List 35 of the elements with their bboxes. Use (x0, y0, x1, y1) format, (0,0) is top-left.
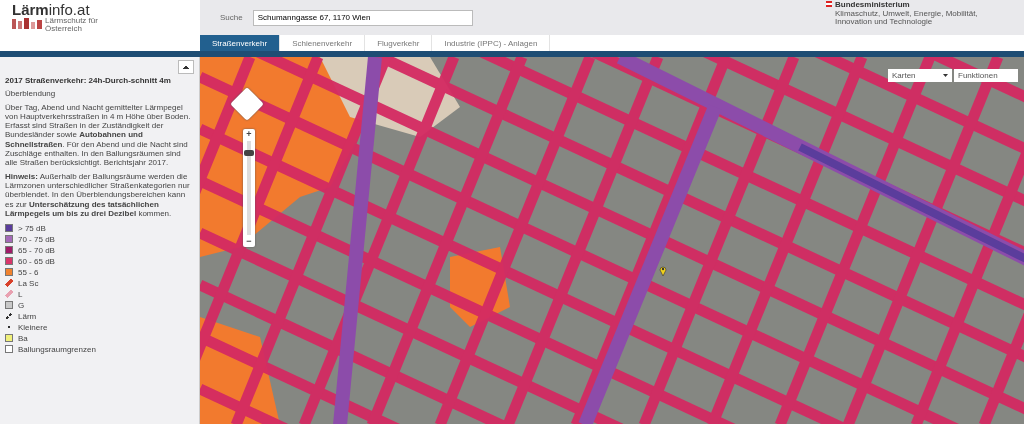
legend-label: La Sc (18, 278, 39, 288)
zoom-slider[interactable] (247, 141, 251, 235)
caret-icon (943, 74, 948, 77)
zoom-out-button[interactable]: − (246, 236, 252, 247)
legend-label: L (18, 289, 23, 299)
noise-map-drawing[interactable] (200, 57, 1024, 424)
zoom-in-button[interactable]: + (246, 129, 252, 140)
description-paragraph: Hinweis: Außerhalb der Ballungsräume werden die Lärmzonen unterschiedlicher Straßenkategorien nur überblendet. In den Überblendungsbereichen kann es zur Unterschätzung des tatsächlichen Lärmpegels um bis zu drei Dezibel kommen. (5, 171, 191, 219)
layer-title: 2017 Straßenverkehr: 24h-Durch-schnitt 4m (5, 76, 172, 86)
dropdown[interactable]: Karten (888, 69, 952, 82)
layer-subtitle: Überblendung (5, 89, 57, 99)
map-pin-icon (659, 265, 667, 276)
site-logo-title[interactable]: Lärminfo.at (12, 2, 200, 17)
tab[interactable]: Straßenverkehr (200, 35, 281, 51)
bars-logo-icon (12, 17, 42, 29)
legend-label: G (18, 300, 25, 310)
legend-label: Ballungsraumgrenzen (18, 344, 96, 354)
search-label: Suche (220, 13, 243, 22)
legend-label: 60 - 65 dB (18, 256, 55, 266)
description-paragraph: Über Tag, Abend und Nacht gemittelter Lärmpegel von Hauptverkehrsstraßen in 4 m Höhe über Boden. Erfasst sind Straßen in der Zuständigkeit der Bundesländer sowie Autobahnen und Schnellstraßen. Für den Abend und die Nacht sind Zuschläge enthalten. In den Ballungsräumen sind alle Straßen berücksichtigt. Berichtsjahr 2017. (5, 102, 192, 168)
dropdown[interactable]: Funktionen (954, 69, 1018, 82)
zoom-slider-thumb[interactable] (244, 150, 254, 157)
logo-subtitle: Lärmschutz für Österreich (45, 17, 99, 33)
legend-label: 70 - 75 dB (18, 234, 55, 244)
ministry-name: Bundesministerium Klimaschutz, Umwelt, Energie, Mobilität, Innovation und Technologie (835, 1, 979, 27)
legend-label: 55 - 6 (18, 267, 39, 277)
legend-label: Kleinere (18, 322, 48, 332)
collapse-button[interactable] (178, 60, 194, 74)
legend-label: Ba (18, 333, 28, 343)
legend-label: 65 - 70 dB (18, 245, 55, 255)
flag-icon (826, 1, 832, 7)
legend-label: Lärm (18, 311, 37, 321)
up-caret-icon (183, 65, 189, 69)
search-field[interactable]: Schumanngasse 67, 1170 Wien (252, 9, 473, 26)
legend-label: > 75 dB (18, 223, 46, 233)
